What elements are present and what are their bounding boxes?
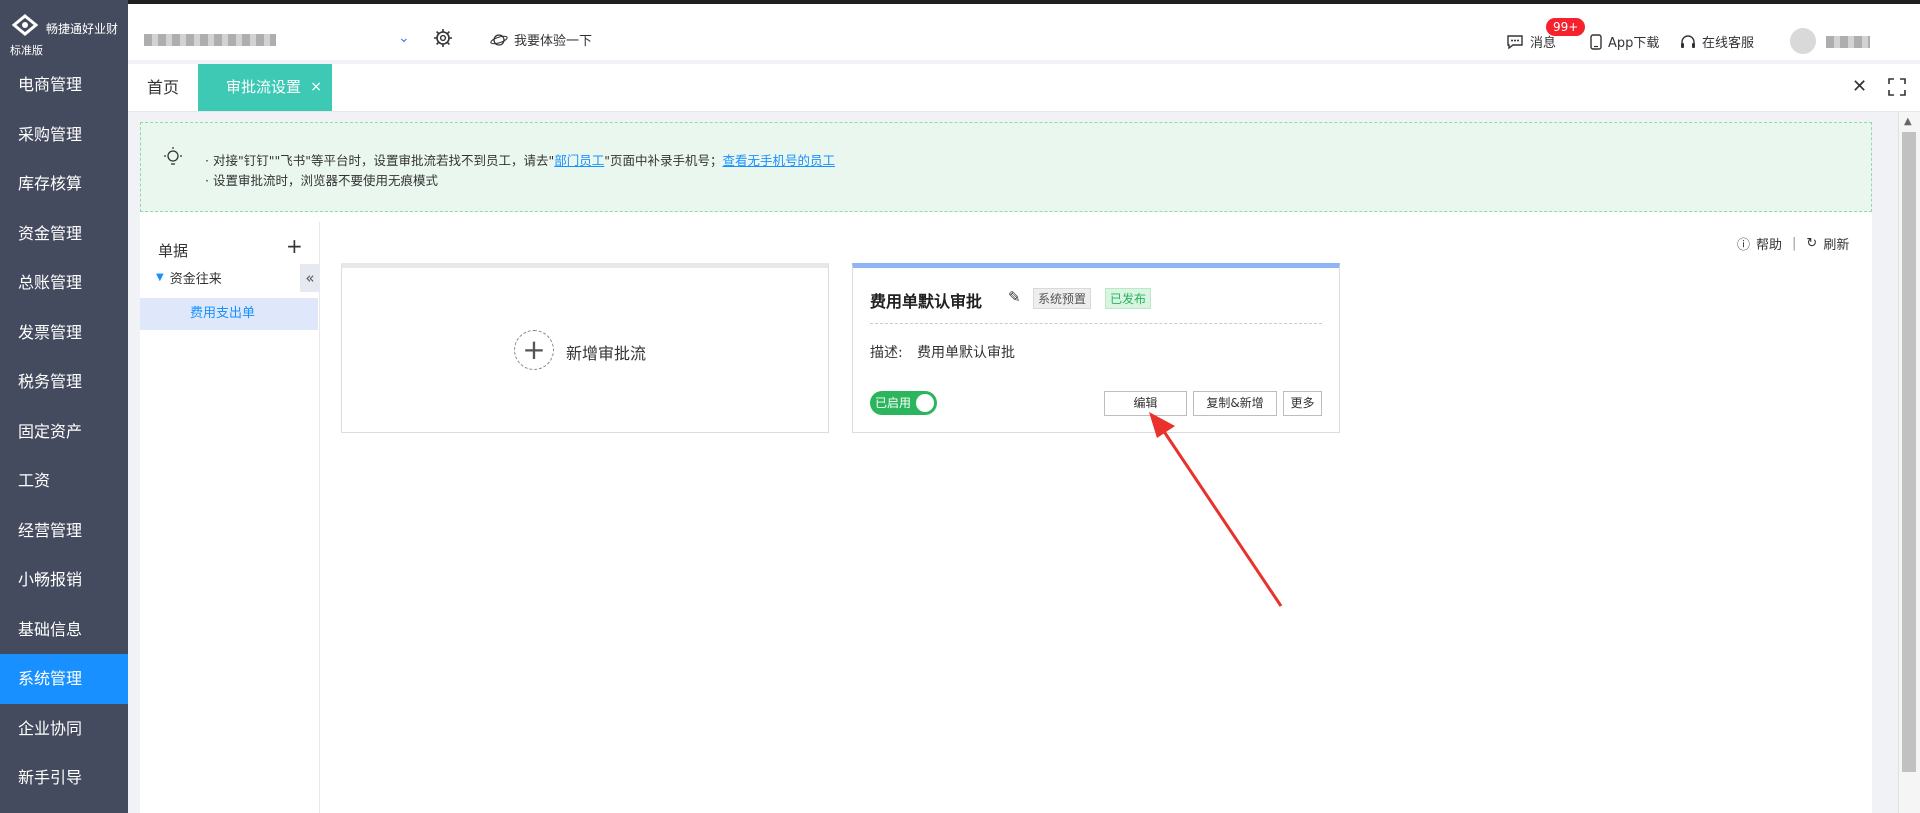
sidebar-item[interactable]: 工资 xyxy=(0,456,128,506)
edit-button[interactable]: 编辑 xyxy=(1104,391,1187,416)
divider: | xyxy=(1792,236,1797,251)
document-tree: 单据 + ▼ 资金往来 « 费用支出单 xyxy=(140,222,320,813)
headset-icon xyxy=(1681,34,1695,48)
plus-icon: + xyxy=(514,330,554,370)
approval-flow-card: 费用单默认审批 ✎ 系统预置 已发布 描述: 费用单默认审批 已启用 编辑 复制… xyxy=(852,263,1340,433)
sidebar-item[interactable]: 发票管理 xyxy=(0,308,128,358)
tree-group-label: 资金往来 xyxy=(169,272,222,287)
add-approval-flow-card[interactable]: + 新增审批流 xyxy=(341,263,829,433)
top-bar: ⌄ 我要体验一下 消息 99+ App下载 在线客服 xyxy=(128,0,1920,60)
toggle-knob xyxy=(916,394,934,412)
messages-count-badge: 99+ xyxy=(1546,18,1586,36)
sidebar-item[interactable]: 固定资产 xyxy=(0,407,128,457)
help-refresh-bar: ⓘ 帮助 | ↻ 刷新 xyxy=(1737,234,1849,253)
refresh-link[interactable]: 刷新 xyxy=(1823,234,1849,253)
flow-title: 费用单默认审批 xyxy=(870,292,983,311)
logo: 畅捷通好业财 标准版 xyxy=(0,0,128,60)
close-all-tabs-icon[interactable]: ✕ xyxy=(1852,76,1867,97)
nav-list: 电商管理 采购管理 库存核算 资金管理 总账管理 发票管理 税务管理 固定资产 工资 经营管理 小畅… xyxy=(0,60,128,803)
online-service-label: 在线客服 xyxy=(1702,36,1755,51)
add-icon[interactable]: + xyxy=(286,234,303,258)
edit-icon[interactable]: ✎ xyxy=(1008,288,1021,306)
copy-and-add-button[interactable]: 复制&新增 xyxy=(1193,391,1277,416)
logo-icon xyxy=(12,14,38,36)
sidebar-item[interactable]: 系统管理 xyxy=(0,654,128,704)
planet-icon xyxy=(490,33,508,46)
chevron-down-icon[interactable]: ⌄ xyxy=(398,30,410,46)
help-link[interactable]: 帮助 xyxy=(1756,234,1782,253)
description-value: 费用单默认审批 xyxy=(917,345,1015,361)
add-approval-flow-label: 新增审批流 xyxy=(566,344,647,363)
tab-home[interactable]: 首页 xyxy=(128,64,198,111)
tab-label: 审批流设置 xyxy=(226,78,302,96)
sidebar-item[interactable]: 企业协同 xyxy=(0,704,128,754)
sidebar-item[interactable]: 小畅报销 xyxy=(0,555,128,605)
sidebar-item[interactable]: 总账管理 xyxy=(0,258,128,308)
notice-line-2: · 设置审批流时，浏览器不要使用无痕模式 xyxy=(205,173,438,188)
tree-group-funds[interactable]: ▼ 资金往来 xyxy=(156,268,222,287)
app-download-label: App下载 xyxy=(1608,36,1660,51)
description-label: 描述: xyxy=(870,345,903,361)
tabs-bar: 首页 审批流设置 × ✕ xyxy=(128,64,1920,112)
notice-banner: · 对接"钉钉""飞书"等平台时，设置审批流若找不到员工，请去"部门员工"页面中… xyxy=(140,122,1872,212)
chat-icon xyxy=(1507,34,1523,49)
try-experience-button[interactable]: 我要体验一下 xyxy=(490,30,592,49)
sidebar-item[interactable]: 税务管理 xyxy=(0,357,128,407)
tree-title: 单据 xyxy=(158,242,189,260)
tab-approval-flow-settings[interactable]: 审批流设置 × xyxy=(198,64,332,111)
collapse-panel-icon[interactable]: « xyxy=(300,264,320,292)
sidebar-item[interactable]: 新手引导 xyxy=(0,753,128,803)
refresh-icon[interactable]: ↻ xyxy=(1806,236,1817,251)
app-download-button[interactable]: App下载 xyxy=(1590,32,1659,51)
scrollbar-thumb[interactable] xyxy=(1902,132,1916,772)
gear-icon[interactable] xyxy=(433,28,453,48)
card-divider xyxy=(870,323,1322,324)
sidebar-item[interactable]: 电商管理 xyxy=(0,60,128,110)
sidebar-item[interactable]: 库存核算 xyxy=(0,159,128,209)
tree-item-expense-sheet[interactable]: 费用支出单 xyxy=(140,298,318,330)
online-service-button[interactable]: 在线客服 xyxy=(1680,32,1754,51)
phone-icon xyxy=(1590,33,1602,50)
sidebar: 畅捷通好业财 标准版 电商管理 采购管理 库存核算 资金管理 总账管理 发票管理 税务管理固… xyxy=(0,0,128,813)
scroll-up-icon[interactable]: ▲ xyxy=(1904,116,1912,127)
toggle-label: 已启用 xyxy=(875,396,912,410)
system-preset-tag: 系统预置 xyxy=(1033,288,1092,309)
fullscreen-icon[interactable] xyxy=(1888,78,1906,96)
sidebar-item[interactable]: 基础信息 xyxy=(0,605,128,655)
user-name-redacted[interactable] xyxy=(1826,36,1870,48)
more-button[interactable]: 更多 xyxy=(1283,391,1322,416)
notice-line-1-mid: "页面中补录手机号； xyxy=(604,153,723,168)
vertical-scrollbar[interactable]: ▲ xyxy=(1898,112,1920,813)
try-experience-label: 我要体验一下 xyxy=(514,34,593,49)
department-staff-link[interactable]: 部门员工 xyxy=(554,153,604,168)
published-tag: 已发布 xyxy=(1105,288,1152,309)
caret-down-icon: ▼ xyxy=(156,272,164,283)
sidebar-item[interactable]: 经营管理 xyxy=(0,506,128,556)
enabled-toggle[interactable]: 已启用 xyxy=(870,391,937,415)
close-icon[interactable]: × xyxy=(310,64,322,111)
main-content: · 对接"钉钉""飞书"等平台时，设置审批流若找不到员工，请去"部门员工"页面中… xyxy=(140,122,1872,813)
lightbulb-icon xyxy=(164,147,182,165)
sidebar-item[interactable]: 资金管理 xyxy=(0,209,128,259)
user-avatar[interactable] xyxy=(1790,28,1816,54)
notice-line-1-prefix: · 对接"钉钉""飞书"等平台时，设置审批流若找不到员工，请去" xyxy=(205,153,555,168)
brand-name: 畅捷通好业财 xyxy=(46,22,119,36)
edition-label: 标准版 xyxy=(10,44,43,57)
notice-line-1: · 对接"钉钉""飞书"等平台时，设置审批流若找不到员工，请去"部门员工"页面中… xyxy=(205,150,835,169)
staff-without-phone-link[interactable]: 查看无手机号的员工 xyxy=(722,153,835,168)
help-icon[interactable]: ⓘ xyxy=(1737,234,1750,253)
messages-button[interactable]: 消息 xyxy=(1506,32,1556,51)
company-name-redacted[interactable] xyxy=(144,34,276,46)
sidebar-item[interactable]: 采购管理 xyxy=(0,110,128,160)
